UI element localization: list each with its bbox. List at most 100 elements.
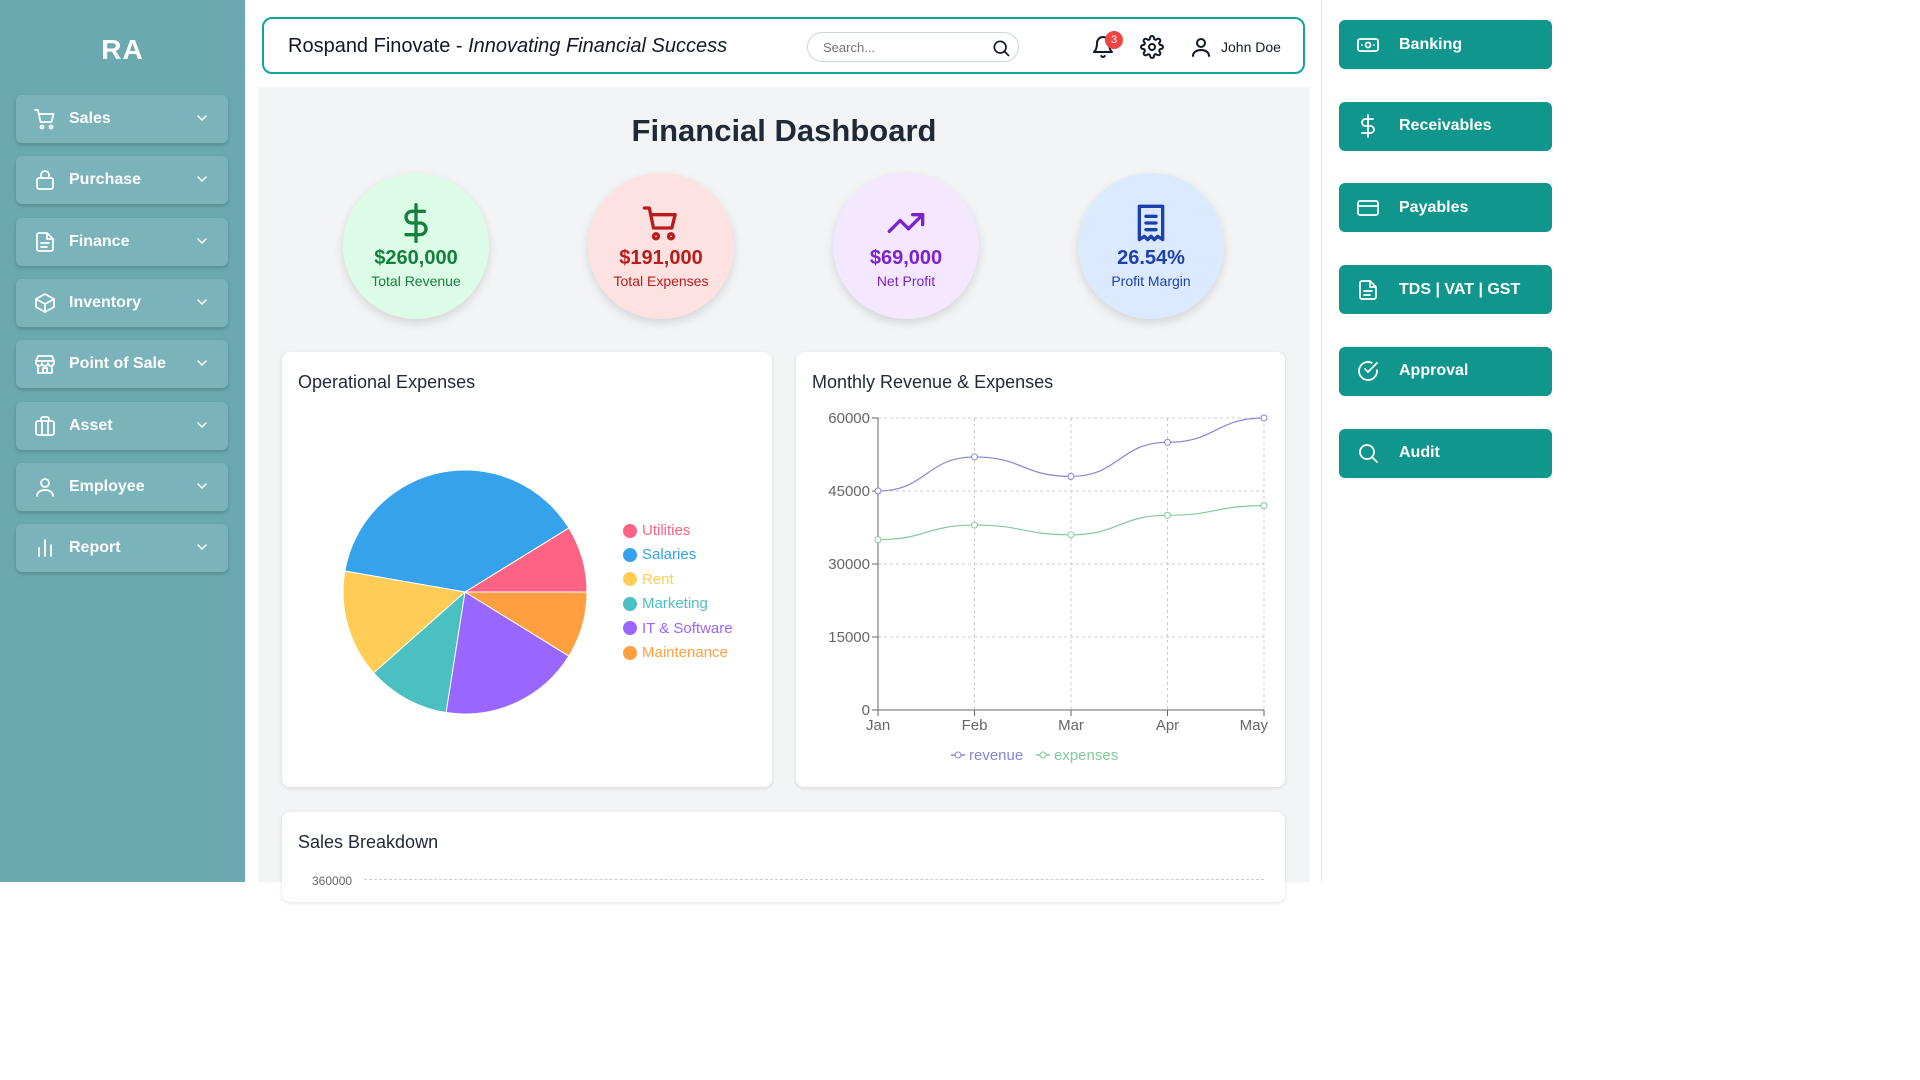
legend-swatch (623, 621, 637, 636)
rail-button-label: Banking (1399, 35, 1463, 53)
company-tagline: Innovating Financial Success (468, 35, 728, 57)
sidebar-item-asset[interactable]: Asset (16, 401, 228, 450)
sidebar-item-employee[interactable]: Employee (16, 462, 228, 511)
chevron-down-icon[interactable] (194, 417, 210, 433)
pie-legend-item[interactable]: Maintenance (623, 644, 728, 661)
pie-legend-item[interactable]: Utilities (623, 522, 690, 539)
rail-button-icon (1355, 358, 1381, 384)
operational-expenses-card: Operational Expenses Utilities Salaries Re… (282, 352, 772, 787)
kpi-label: Net Profit (876, 273, 936, 289)
sidebar-item-icon (32, 229, 58, 255)
y-tick-label: 60000 (828, 410, 870, 427)
legend-label-expenses[interactable]: expenses (1054, 747, 1118, 764)
sidebar-item-label: Point of Sale (69, 355, 166, 373)
dollar-icon (404, 203, 428, 243)
banknote-icon (1357, 37, 1379, 52)
x-tick-label: Apr (1156, 717, 1179, 734)
chevron-down-icon[interactable] (194, 110, 210, 126)
chevron-down-icon[interactable] (194, 539, 210, 555)
kpi-total-expenses: $191,000 Total Expenses (588, 173, 734, 319)
chevron-down-icon[interactable] (194, 233, 210, 249)
legend-swatch-marker (954, 751, 962, 759)
sidebar-item-label: Sales (69, 110, 111, 127)
sidebar-item-icon (32, 106, 58, 132)
box-icon (35, 292, 55, 313)
x-tick-label: May (1240, 717, 1269, 734)
sales-breakdown-title: Sales Breakdown (298, 832, 439, 852)
data-point-expenses[interactable] (1067, 531, 1075, 539)
pie-legend-item[interactable]: IT & Software (623, 620, 733, 637)
top-header: Rospand Finovate - Innovating Financial … (262, 17, 1305, 74)
y-tick-label: 15000 (828, 629, 870, 646)
legend-swatch (623, 645, 637, 660)
pie-legend-item[interactable]: Salaries (623, 546, 696, 563)
receipt-icon (1137, 204, 1165, 242)
sales-axis-tick: 360000 (312, 874, 353, 888)
user-name[interactable]: John Doe (1221, 39, 1281, 55)
pie-legend-item[interactable]: Marketing (623, 595, 708, 612)
legend-swatch (623, 596, 637, 611)
rail-button-icon (1355, 440, 1381, 466)
legend-label: IT & Software (642, 619, 733, 637)
dashboard-main: Financial Dashboard $260,000 Total Revenu… (258, 87, 1310, 902)
chevron-down-icon[interactable] (194, 294, 210, 310)
sidebar-item-sales[interactable]: Sales (16, 95, 228, 143)
sidebar-item-label: Inventory (69, 293, 142, 311)
sidebar-item-inventory[interactable]: Inventory (16, 278, 228, 327)
search-icon[interactable] (991, 38, 1011, 58)
kpi-label: Total Expenses (613, 273, 709, 289)
kpi-icon (396, 203, 436, 243)
kpi-value: 26.54% (1117, 247, 1185, 269)
data-point-revenue[interactable] (1067, 472, 1075, 480)
rail-button-audit[interactable]: Audit (1339, 428, 1552, 478)
rail-button-approval[interactable]: Approval (1339, 346, 1552, 396)
sidebar-item-report[interactable]: Report (16, 524, 228, 573)
rail-button-icon (1355, 113, 1381, 139)
sidebar-item-icon (32, 474, 58, 500)
rail-button-payables[interactable]: Payables (1339, 183, 1552, 233)
user-icon[interactable] (1189, 35, 1213, 59)
kpi-net-profit: $69,000 Net Profit (833, 173, 979, 319)
data-point-revenue[interactable] (971, 453, 978, 461)
data-point-expenses[interactable] (971, 521, 978, 529)
kpi-label: Total Revenue (371, 273, 461, 289)
chevron-down-icon[interactable] (194, 355, 210, 371)
brand-title: Rospand Finovate - Innovating Financial … (288, 35, 727, 58)
sidebar-item-purchase[interactable]: Purchase (16, 156, 228, 205)
sidebar-item-point-of-sale[interactable]: Point of Sale (16, 340, 228, 389)
gear-icon[interactable] (1140, 35, 1164, 59)
sidebar-item-icon (32, 413, 58, 439)
briefcase-icon (35, 415, 55, 436)
rail-button-banking[interactable]: Banking (1339, 20, 1552, 69)
bar-chart-icon (38, 539, 52, 557)
chevron-down-icon[interactable] (194, 171, 210, 187)
legend-label-revenue[interactable]: revenue (969, 747, 1023, 764)
sales-breakdown-card: Sales Breakdown 360000 (282, 812, 1285, 902)
sidebar-item-finance[interactable]: Finance (16, 217, 228, 266)
legend-label: Marketing (642, 595, 708, 613)
search-input[interactable] (807, 32, 1019, 62)
kpi-total-revenue: $260,000 Total Revenue (343, 173, 489, 319)
user-icon (36, 477, 54, 497)
sidebar-item-icon (32, 351, 58, 377)
kpi-value: $191,000 (619, 247, 703, 269)
chevron-down-icon[interactable] (194, 478, 210, 494)
document-icon (1359, 279, 1377, 300)
cart-icon (642, 206, 677, 241)
sidebar-item-label: Employee (69, 477, 145, 495)
rail-button-receivables[interactable]: Receivables (1339, 101, 1552, 151)
data-point-expenses[interactable] (874, 536, 882, 544)
y-tick-label: 30000 (828, 556, 870, 573)
trending-up-icon (887, 213, 925, 233)
data-point-expenses[interactable] (1260, 502, 1268, 510)
data-point-revenue[interactable] (1164, 438, 1171, 446)
rail-button-tds-vat-gst[interactable]: TDS | VAT | GST (1339, 265, 1552, 315)
sales-grid-line (364, 879, 1264, 880)
pie-legend-item[interactable]: Rent (623, 571, 674, 588)
legend-swatch (623, 547, 637, 562)
brand-separator: - (450, 35, 469, 57)
data-point-revenue[interactable] (1260, 414, 1268, 422)
data-point-expenses[interactable] (1164, 511, 1171, 519)
data-point-revenue[interactable] (874, 487, 882, 495)
notification-badge: 3 (1105, 31, 1123, 49)
